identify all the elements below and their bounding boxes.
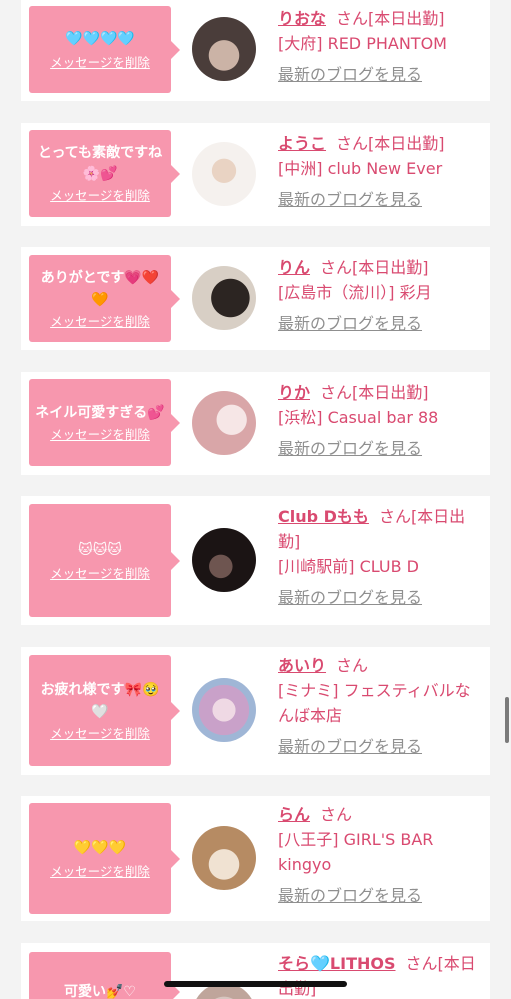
scrollbar[interactable] bbox=[505, 697, 509, 743]
cast-status: さん[本日出勤] bbox=[336, 9, 445, 28]
message-text: 🐱🐱🐱 bbox=[78, 542, 122, 558]
avatar[interactable] bbox=[192, 826, 256, 890]
message-bubble: とっても素敵ですね🌸💕 メッセージを削除 bbox=[29, 130, 180, 217]
cast-info: りん さん[本日出勤] [広島市（流川）] 彩月 最新のブログを見る bbox=[278, 255, 483, 336]
latest-blog-link[interactable]: 最新のブログを見る bbox=[278, 436, 483, 461]
cast-status: さん bbox=[320, 805, 353, 824]
message-text: 可愛い💅♡ bbox=[64, 984, 136, 999]
shop-name: [八王子] GIRL'S BAR kingyo bbox=[278, 830, 434, 874]
message-bubble: ネイル可愛すぎる💕 メッセージを削除 bbox=[29, 379, 180, 466]
delete-message-link[interactable]: メッセージを削除 bbox=[50, 725, 150, 743]
message-bubble: ありがとです💗❤️🧡 メッセージを削除 bbox=[29, 255, 180, 342]
message-text: とっても素敵ですね🌸💕 bbox=[37, 144, 163, 182]
latest-blog-link[interactable]: 最新のブログを見る bbox=[278, 62, 483, 87]
message-text: 🩵🩵🩵🩵 bbox=[65, 31, 135, 47]
delete-message-link[interactable]: メッセージを削除 bbox=[50, 187, 150, 205]
latest-blog-link[interactable]: 最新のブログを見る bbox=[278, 883, 483, 908]
message-card: お疲れ様です🎀🥹🤍 メッセージを削除 あいり さん [ミナミ] フェスティバルなん… bbox=[21, 647, 490, 775]
message-card: 🐱🐱🐱 メッセージを削除 Club Dもも さん[本日出勤] [川崎駅前] CLU… bbox=[21, 496, 490, 625]
shop-name: [広島市（流川）] 彩月 bbox=[278, 283, 432, 302]
message-card: ネイル可愛すぎる💕 メッセージを削除 りか さん[本日出勤] [浜松] Casua… bbox=[21, 372, 490, 475]
avatar[interactable] bbox=[192, 17, 256, 81]
message-card: 🩵🩵🩵🩵 メッセージを削除 りおな さん[本日出勤] [大府] RED PHANT… bbox=[21, 0, 490, 101]
shop-name: [大府] RED PHANTOM bbox=[278, 34, 447, 53]
message-card: 可愛い💅♡ そら🩵LITHOS さん[本日出勤] bbox=[21, 943, 490, 999]
delete-message-link[interactable]: メッセージを削除 bbox=[50, 313, 150, 331]
message-bubble: 可愛い💅♡ bbox=[29, 952, 180, 999]
cast-name-link[interactable]: りか bbox=[278, 383, 310, 402]
shop-name: [川崎駅前] CLUB D bbox=[278, 557, 419, 576]
delete-message-link[interactable]: メッセージを削除 bbox=[50, 426, 150, 444]
message-card: 💛💛💛 メッセージを削除 らん さん [八王子] GIRL'S BAR kingy… bbox=[21, 796, 490, 921]
cast-name-link[interactable]: ようこ bbox=[278, 134, 326, 153]
message-bubble: お疲れ様です🎀🥹🤍 メッセージを削除 bbox=[29, 655, 180, 766]
shop-name: [中洲] club New Ever bbox=[278, 159, 443, 178]
cast-info: らん さん [八王子] GIRL'S BAR kingyo 最新のブログを見る bbox=[278, 802, 483, 908]
delete-message-link[interactable]: メッセージを削除 bbox=[50, 54, 150, 72]
avatar[interactable] bbox=[192, 678, 256, 742]
cast-status: さん[本日出勤] bbox=[320, 383, 429, 402]
avatar[interactable] bbox=[192, 528, 256, 592]
message-card: とっても素敵ですね🌸💕 メッセージを削除 ようこ さん[本日出勤] [中洲] cl… bbox=[21, 123, 490, 226]
message-bubble: 🩵🩵🩵🩵 メッセージを削除 bbox=[29, 6, 180, 93]
latest-blog-link[interactable]: 最新のブログを見る bbox=[278, 734, 483, 759]
avatar[interactable] bbox=[192, 266, 256, 330]
shop-name: [ミナミ] フェスティバルなんば本店 bbox=[278, 681, 471, 725]
cast-name-link[interactable]: らん bbox=[278, 805, 310, 824]
avatar[interactable] bbox=[192, 142, 256, 206]
cast-info: りか さん[本日出勤] [浜松] Casual bar 88 最新のブログを見る bbox=[278, 380, 483, 461]
message-text: ネイル可愛すぎる💕 bbox=[35, 404, 165, 421]
message-text: 💛💛💛 bbox=[73, 840, 127, 856]
message-bubble: 🐱🐱🐱 メッセージを削除 bbox=[29, 504, 180, 617]
cast-info: りおな さん[本日出勤] [大府] RED PHANTOM 最新のブログを見る bbox=[278, 6, 483, 87]
cast-status: さん[本日出勤] bbox=[320, 258, 429, 277]
cast-status: さん[本日出勤] bbox=[336, 134, 445, 153]
cast-info: Club Dもも さん[本日出勤] [川崎駅前] CLUB D 最新のブログを見る bbox=[278, 504, 483, 610]
cast-name-link[interactable]: Club Dもも bbox=[278, 507, 369, 526]
cast-name-link[interactable]: そら🩵LITHOS bbox=[278, 954, 396, 973]
latest-blog-link[interactable]: 最新のブログを見る bbox=[278, 187, 483, 212]
avatar[interactable] bbox=[192, 391, 256, 455]
cast-name-link[interactable]: りん bbox=[278, 258, 310, 277]
cast-info: ようこ さん[本日出勤] [中洲] club New Ever 最新のブログを見る bbox=[278, 131, 483, 212]
message-text: お疲れ様です🎀🥹🤍 bbox=[40, 681, 160, 720]
cast-info: あいり さん [ミナミ] フェスティバルなんば本店 最新のブログを見る bbox=[278, 653, 483, 759]
cast-info: そら🩵LITHOS さん[本日出勤] bbox=[278, 951, 483, 999]
shop-name: [浜松] Casual bar 88 bbox=[278, 408, 439, 427]
message-bubble: 💛💛💛 メッセージを削除 bbox=[29, 803, 180, 914]
latest-blog-link[interactable]: 最新のブログを見る bbox=[278, 585, 483, 610]
delete-message-link[interactable]: メッセージを削除 bbox=[50, 565, 150, 583]
latest-blog-link[interactable]: 最新のブログを見る bbox=[278, 311, 483, 336]
message-text: ありがとです💗❤️🧡 bbox=[40, 269, 160, 308]
delete-message-link[interactable]: メッセージを削除 bbox=[50, 863, 150, 881]
home-indicator[interactable] bbox=[164, 981, 347, 987]
cast-name-link[interactable]: りおな bbox=[278, 9, 326, 28]
cast-status: さん bbox=[336, 656, 369, 675]
message-card: ありがとです💗❤️🧡 メッセージを削除 りん さん[本日出勤] [広島市（流川）]… bbox=[21, 247, 490, 350]
cast-name-link[interactable]: あいり bbox=[278, 656, 326, 675]
